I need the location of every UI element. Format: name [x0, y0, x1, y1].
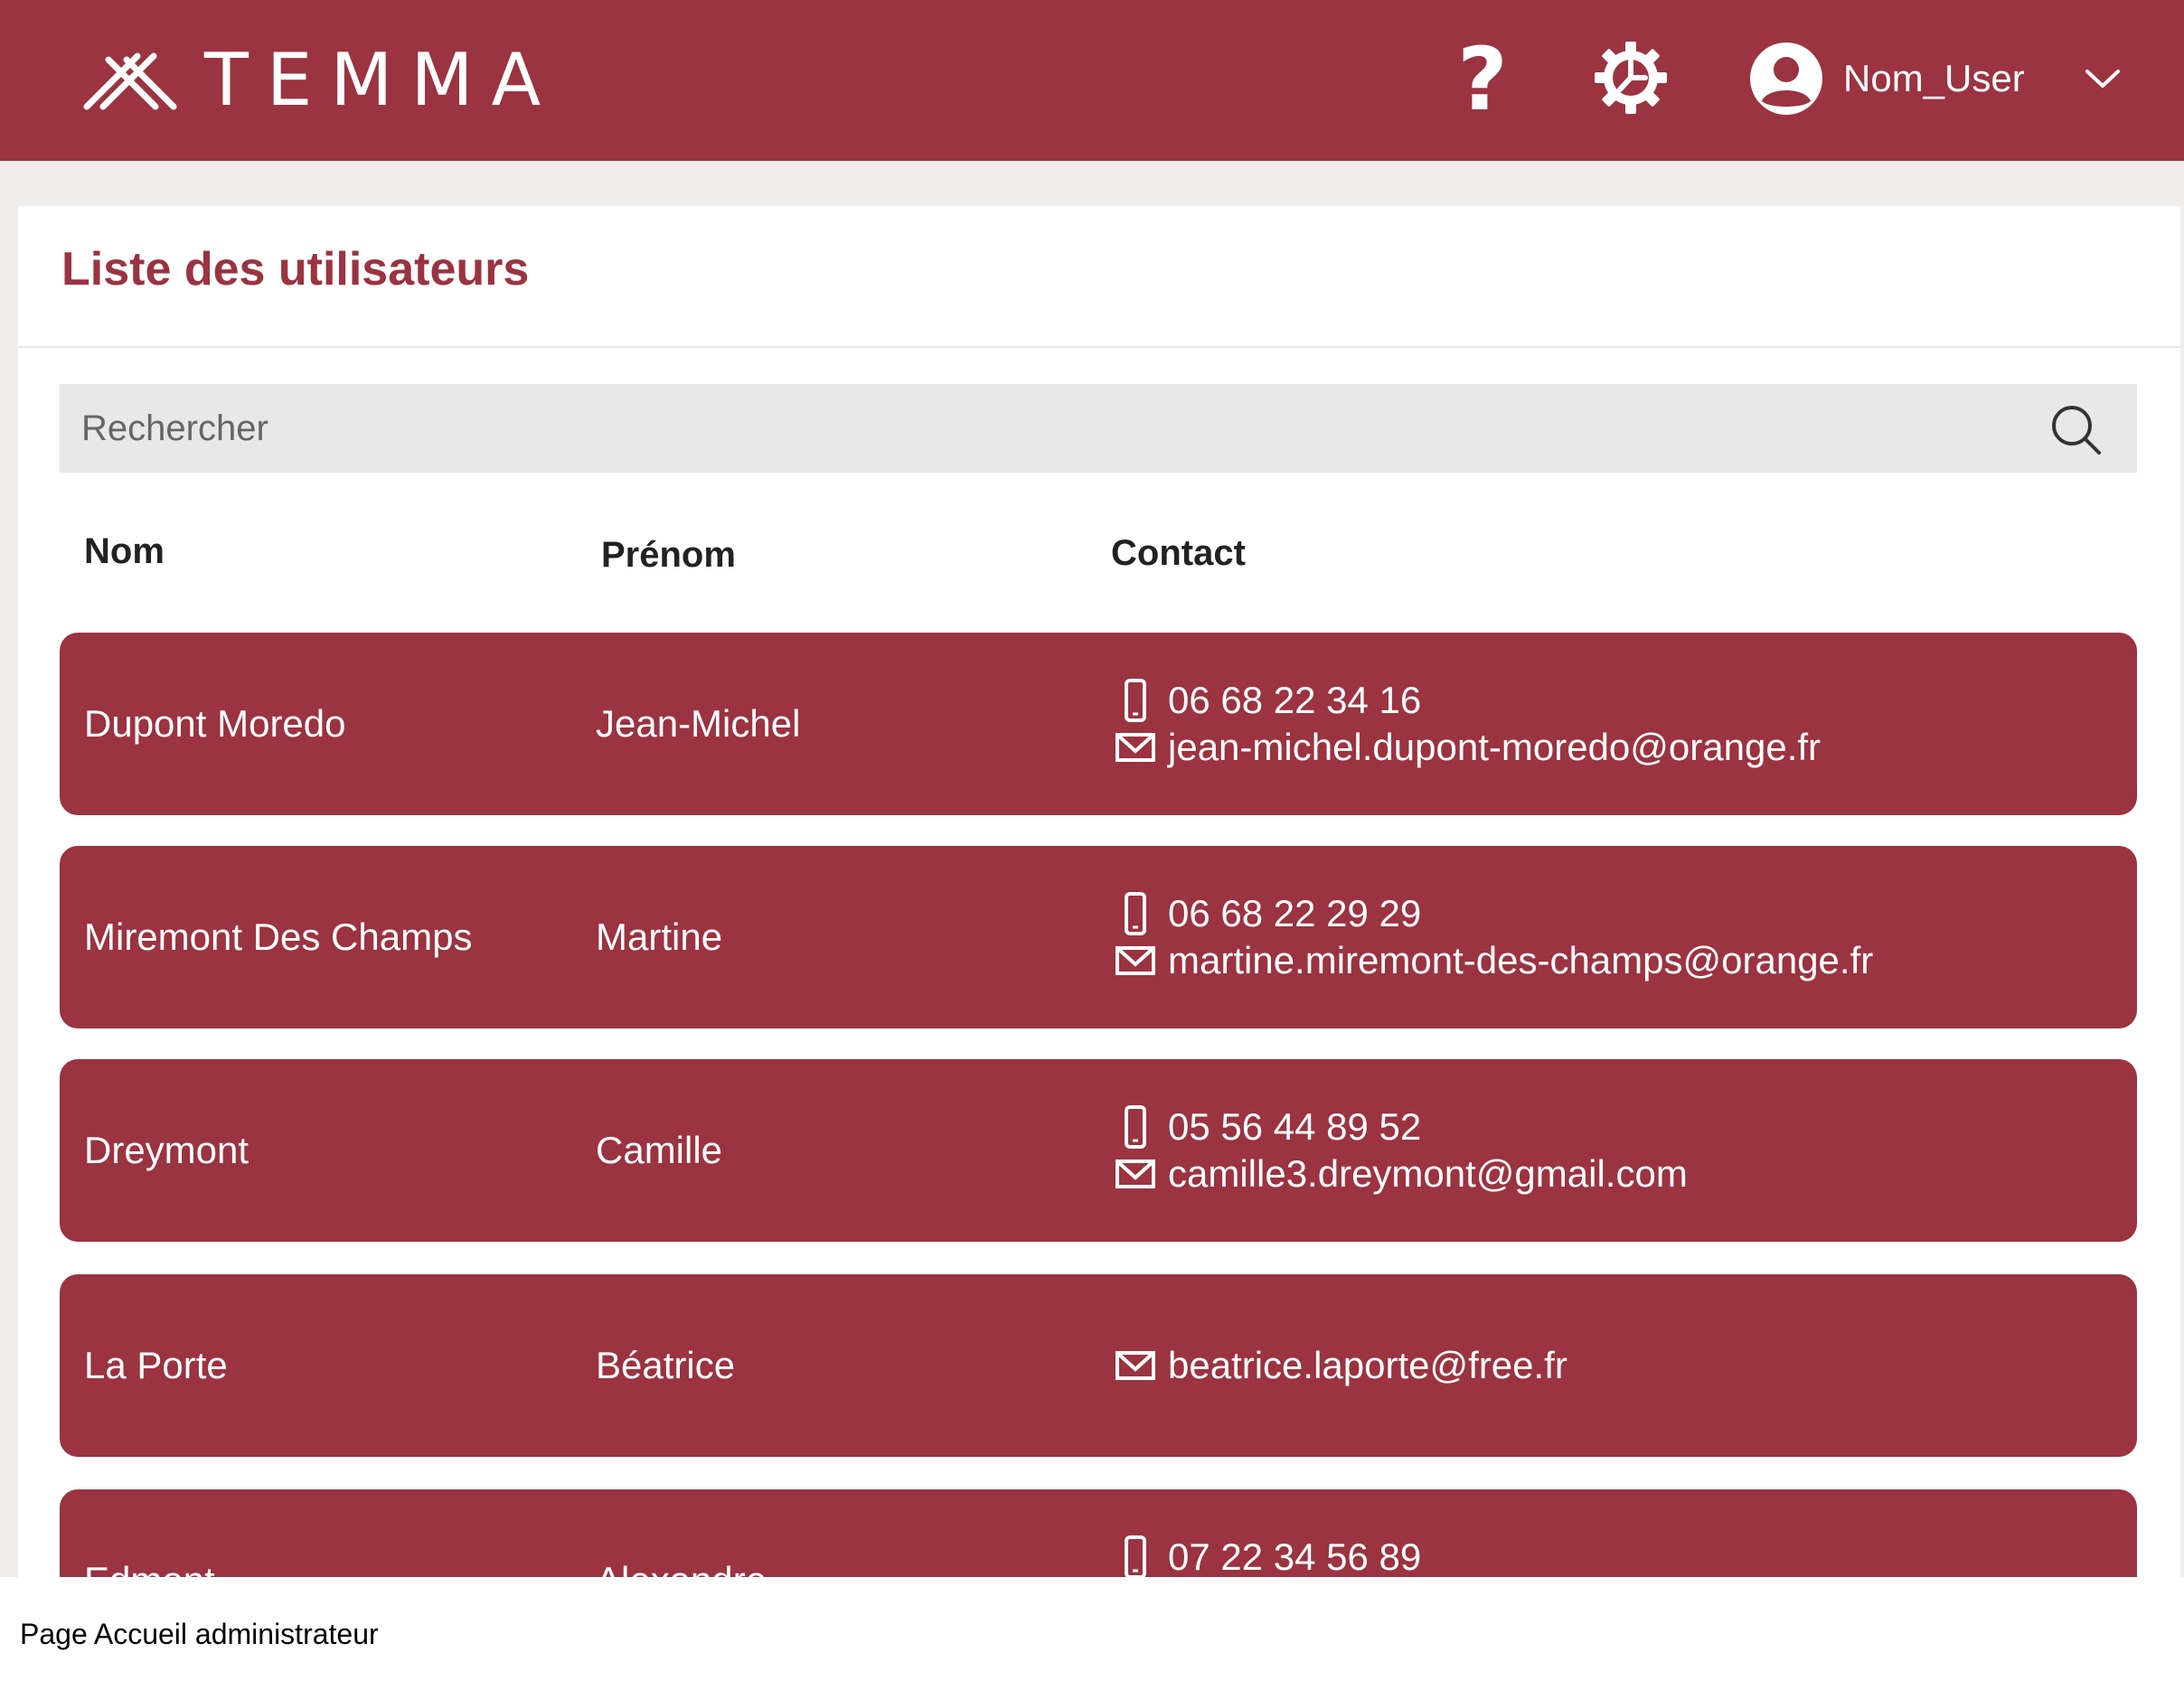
- phone-number[interactable]: 07 22 34 56 89: [1168, 1535, 1421, 1577]
- user-first-name: Béatrice: [596, 1344, 736, 1386]
- email-address[interactable]: beatrice.laporte@free.fr: [1168, 1344, 1567, 1387]
- page-title: Liste des utilisateurs: [61, 243, 530, 296]
- email-address[interactable]: jean-michel.dupont-moredo@orange.fr: [1168, 726, 1821, 769]
- phone-icon: [1125, 679, 1146, 722]
- user-row[interactable]: Miremont Des Champs Martine 06 68 22 29 …: [60, 846, 2137, 1028]
- user-first-name: Alexandre: [596, 1489, 767, 1577]
- email-line: jean-michel.dupont-moredo@orange.fr: [1116, 724, 1821, 771]
- column-header-contact[interactable]: Contact: [1111, 533, 1246, 574]
- email-line: beatrice.laporte@free.fr: [1116, 1342, 1567, 1389]
- user-menu[interactable]: Nom_User: [1749, 38, 2121, 119]
- temma-logo[interactable]: TEMMA: [81, 38, 560, 122]
- page-caption: Page Accueil administrateur: [20, 1618, 379, 1650]
- phone-line: 07 22 34 56 89: [1116, 1534, 1421, 1577]
- email-address[interactable]: camille3.dreymont@gmail.com: [1168, 1152, 1688, 1196]
- user-row[interactable]: Dreymont Camille 05 56 44 89 52 camille3…: [60, 1059, 2137, 1242]
- phone-icon: [1125, 1535, 1146, 1577]
- email-address[interactable]: martine.miremont-des-champs@orange.fr: [1168, 939, 1873, 982]
- users-panel: Liste des utilisateurs Nom Prénom Contac…: [18, 206, 2180, 1577]
- user-row[interactable]: Dupont Moredo Jean-Michel 06 68 22 34 16…: [60, 633, 2137, 815]
- user-first-name: Martine: [596, 915, 723, 958]
- phone-line: 06 68 22 34 16: [1116, 677, 1821, 724]
- user-last-name: Dreymont: [84, 1129, 249, 1171]
- mail-icon: [1116, 946, 1155, 975]
- user-row[interactable]: Edmont Alexandre 07 22 34 56 89: [60, 1489, 2137, 1577]
- user-name: Nom_User: [1843, 57, 2025, 99]
- help-button[interactable]: ?: [1451, 34, 1514, 125]
- user-last-name: Dupont Moredo: [84, 702, 346, 745]
- app-window: TEMMA ? Nom_User Liste des utilisateurs …: [0, 0, 2184, 1577]
- phone-line: 05 56 44 89 52: [1116, 1103, 1688, 1150]
- search-input[interactable]: [60, 384, 2003, 473]
- user-last-name: La Porte: [84, 1344, 228, 1386]
- phone-icon: [1125, 1105, 1146, 1149]
- user-first-name: Jean-Michel: [596, 702, 801, 745]
- user-contact: 06 68 22 34 16 jean-michel.dupont-moredo…: [1116, 633, 1821, 815]
- email-line: camille3.dreymont@gmail.com: [1116, 1150, 1688, 1197]
- logo-text: TEMMA: [204, 38, 560, 122]
- column-header-nom[interactable]: Nom: [84, 531, 165, 572]
- logo-mark-icon: [83, 52, 177, 110]
- user-last-name: Miremont Des Champs: [84, 915, 473, 958]
- user-contact: 07 22 34 56 89: [1116, 1489, 1421, 1577]
- chevron-down-icon[interactable]: [2085, 66, 2121, 91]
- user-contact: beatrice.laporte@free.fr: [1116, 1274, 1567, 1457]
- user-avatar-icon: [1750, 42, 1822, 115]
- search-bar: [60, 384, 2137, 473]
- email-line: martine.miremont-des-champs@orange.fr: [1116, 937, 1873, 984]
- user-row[interactable]: La Porte Béatrice beatrice.laporte@free.…: [60, 1274, 2137, 1457]
- title-divider: [18, 346, 2180, 348]
- phone-icon: [1125, 892, 1146, 935]
- mail-icon: [1116, 1351, 1155, 1380]
- user-last-name: Edmont: [84, 1489, 215, 1577]
- search-icon[interactable]: [2048, 402, 2103, 456]
- settings-gear-icon[interactable]: [1593, 40, 1669, 116]
- phone-line: 06 68 22 29 29: [1116, 890, 1873, 937]
- mail-icon: [1116, 1160, 1155, 1188]
- user-first-name: Camille: [596, 1129, 723, 1171]
- phone-number[interactable]: 05 56 44 89 52: [1168, 1105, 1421, 1149]
- column-header-prenom[interactable]: Prénom: [601, 535, 736, 576]
- top-bar: TEMMA ? Nom_User: [0, 0, 2184, 161]
- user-contact: 06 68 22 29 29 martine.miremont-des-cham…: [1116, 846, 1873, 1028]
- phone-number[interactable]: 06 68 22 29 29: [1168, 892, 1421, 935]
- user-contact: 05 56 44 89 52 camille3.dreymont@gmail.c…: [1116, 1059, 1688, 1242]
- phone-number[interactable]: 06 68 22 34 16: [1168, 679, 1421, 722]
- mail-icon: [1116, 733, 1155, 762]
